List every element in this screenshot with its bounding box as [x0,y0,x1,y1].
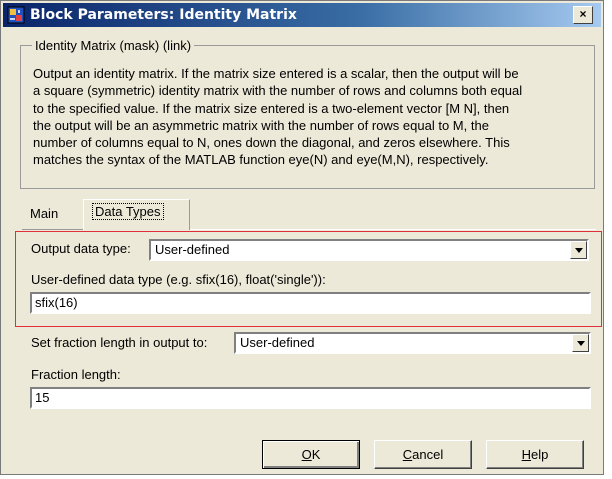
close-icon: × [579,7,587,21]
mask-description: Output an identity matrix. If the matrix… [33,65,593,169]
chevron-down-icon [575,248,583,253]
fraction-setting-value: User-defined [240,335,315,350]
chevron-down-icon [577,341,585,346]
description-line: the output will be an asymmetric matrix … [33,117,489,133]
description-line: to the specified value. If the matrix si… [33,100,510,116]
tab-main[interactable]: Main [22,202,83,230]
help-accel: H [521,447,532,462]
description-line: matches the syntax of the MATLAB functio… [33,152,489,168]
fraction-setting-label: Set fraction length in output to: [31,335,208,350]
mask-legend: Identity Matrix (mask) (link) [32,38,195,53]
dropdown-button[interactable] [570,241,587,259]
tab-main-label: Main [30,206,59,221]
description-line: a square (symmetric) identity matrix wit… [33,83,523,99]
fraction-length-field[interactable]: 15 [30,387,591,409]
user-defined-type-value: sfix(16) [35,295,78,310]
ok-accel: O [301,447,312,462]
cancel-label: ancel [412,447,444,462]
ok-button[interactable]: OK [262,440,360,469]
output-data-type-select[interactable]: User-defined [149,239,589,261]
tab-separator [190,229,596,230]
output-data-type-label: Output data type: [31,241,131,256]
description-line: number of columns equal to N, ones down … [33,135,510,151]
fraction-length-label: Fraction length: [31,367,121,382]
close-button[interactable]: × [573,6,593,24]
window-title: Block Parameters: Identity Matrix [30,7,297,23]
simulink-block-icon [7,6,25,24]
user-defined-type-label: User-defined data type (e.g. sfix(16), f… [31,272,326,287]
user-defined-type-field[interactable]: sfix(16) [30,292,591,314]
tab-data-types[interactable]: Data Types [83,199,190,230]
help-button[interactable]: Help [486,440,584,469]
dialog-window: Block Parameters: Identity Matrix × Iden… [0,0,604,475]
fraction-setting-select[interactable]: User-defined [234,332,591,354]
title-bar[interactable]: Block Parameters: Identity Matrix × [3,3,601,27]
cancel-button[interactable]: Cancel [374,440,472,469]
dropdown-button[interactable] [572,334,589,352]
ok-label: K [311,447,321,462]
cancel-accel: C [402,447,413,462]
tab-data-types-label: Data Types [92,203,164,220]
output-data-type-value: User-defined [155,242,230,257]
fraction-length-value: 15 [35,390,50,405]
help-label: elp [531,447,549,462]
description-line: Output an identity matrix. If the matrix… [33,66,519,81]
